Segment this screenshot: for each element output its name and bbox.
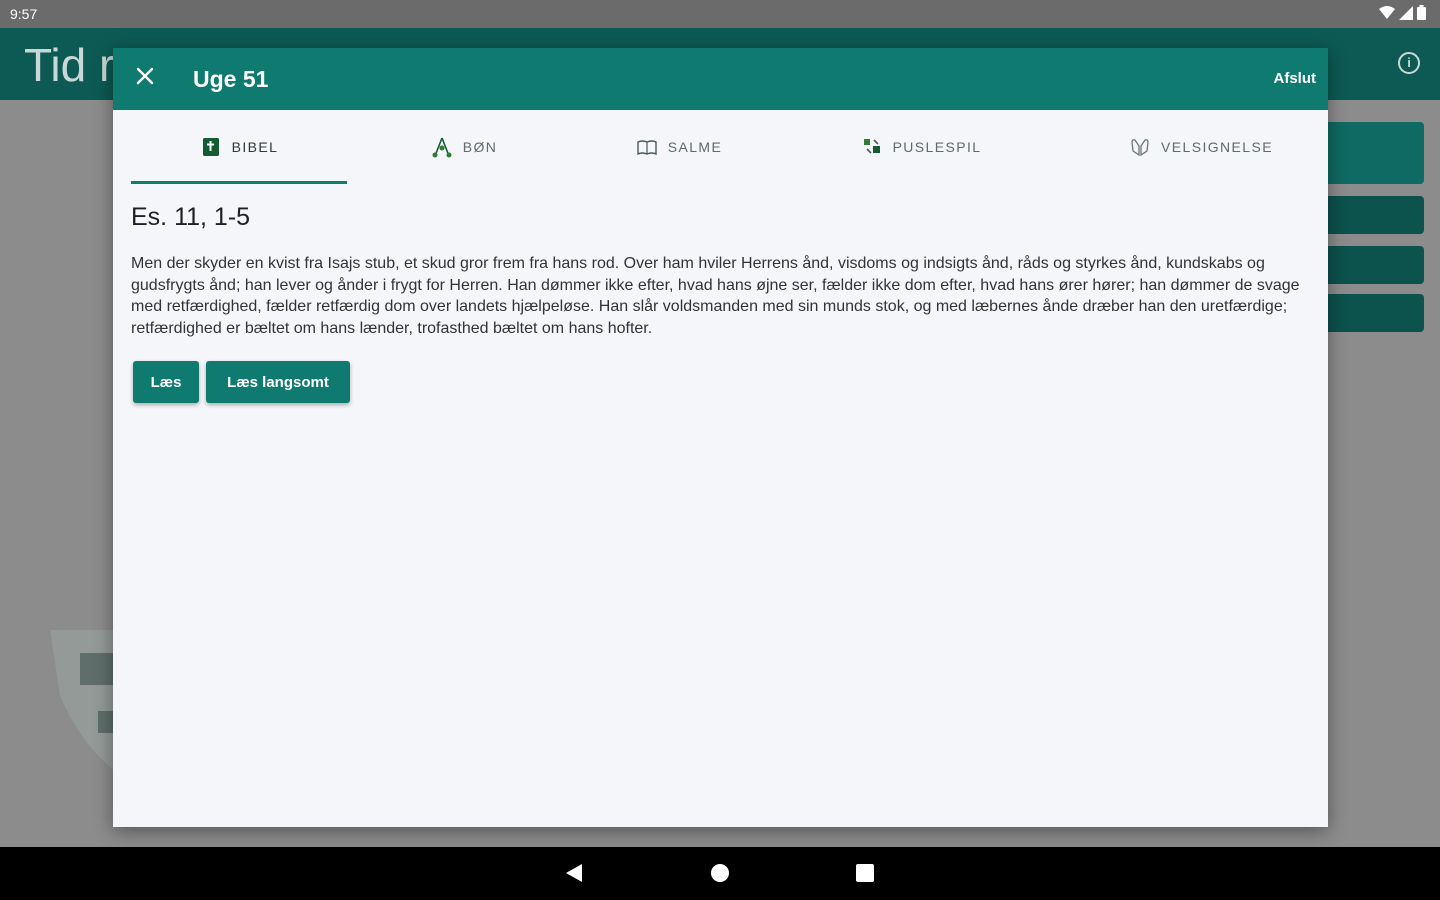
tab-blessing[interactable]: VELSIGNELSE xyxy=(1091,110,1311,184)
background-card xyxy=(1314,196,1424,234)
puzzle-icon xyxy=(863,139,880,154)
verse-text: Men der skyder en kvist fra Isajs stub, … xyxy=(131,255,1300,337)
tab-hymn-label: SALME xyxy=(667,139,723,155)
background-app-title: Tid r xyxy=(24,39,114,91)
read-button[interactable]: Læs xyxy=(133,361,199,403)
tab-hymn[interactable]: SALME xyxy=(579,110,779,184)
info-icon[interactable]: i xyxy=(1398,52,1420,74)
tab-prayer-label: BØN xyxy=(462,139,498,155)
wifi-icon xyxy=(1379,5,1395,19)
recents-icon[interactable] xyxy=(856,864,874,882)
week-dialog: Uge 51 Afslut BIBEL BØN SALME PUSLESPIL … xyxy=(113,48,1328,827)
tab-bible[interactable]: BIBEL xyxy=(131,110,347,184)
battery-icon xyxy=(1417,5,1426,20)
signal-icon xyxy=(1399,5,1413,20)
back-icon[interactable] xyxy=(566,864,582,882)
tab-puzzle-label: PUSLESPIL xyxy=(892,139,982,155)
dialog-title: Uge 51 xyxy=(193,66,269,92)
tab-bar: BIBEL BØN SALME PUSLESPIL VELSIGNELSE xyxy=(131,110,1311,184)
status-time: 9:57 xyxy=(10,6,38,22)
tab-prayer[interactable]: BØN xyxy=(379,110,549,184)
background-card xyxy=(1314,122,1424,184)
prayer-icon xyxy=(432,137,452,158)
tab-bible-label: BIBEL xyxy=(231,139,279,155)
status-icons xyxy=(1379,5,1426,20)
home-icon[interactable] xyxy=(711,864,729,882)
dialog-header: Uge 51 Afslut xyxy=(113,48,1328,110)
tab-blessing-label: VELSIGNELSE xyxy=(1161,139,1273,155)
background-logo-icon xyxy=(50,630,120,775)
background-card xyxy=(1314,246,1424,284)
finish-button[interactable]: Afslut xyxy=(1274,70,1317,87)
read-slowly-button[interactable]: Læs langsomt xyxy=(206,361,350,403)
tab-selected-indicator xyxy=(131,181,347,184)
status-bar: 9:57 xyxy=(0,0,1440,28)
hymn-book-icon xyxy=(637,140,657,156)
close-icon[interactable] xyxy=(135,66,155,86)
verse-reference: Es. 11, 1-5 xyxy=(131,203,251,231)
tab-puzzle[interactable]: PUSLESPIL xyxy=(811,110,1031,184)
bible-icon xyxy=(202,138,219,156)
blessing-hands-icon xyxy=(1131,139,1149,157)
background-card xyxy=(1314,294,1424,332)
